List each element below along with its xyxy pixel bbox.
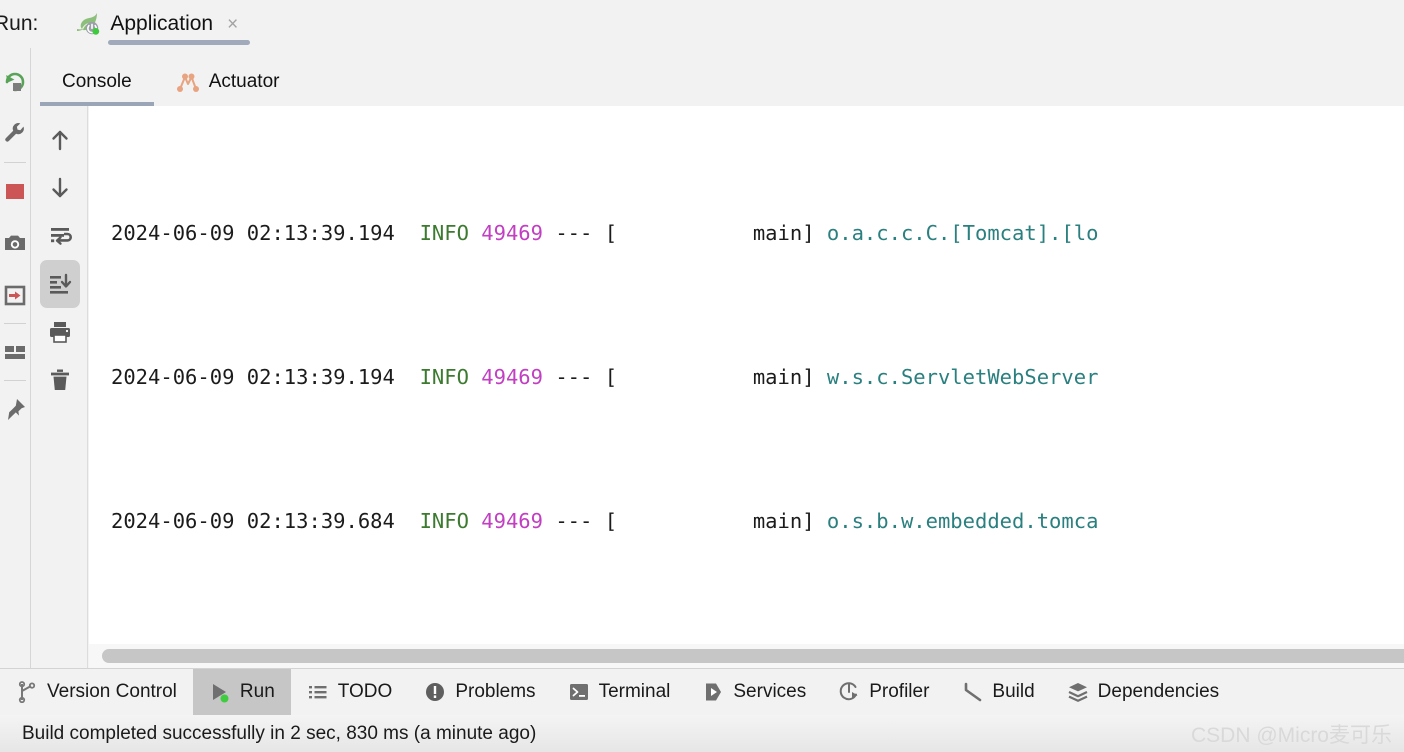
run-tab-underline (108, 40, 251, 45)
tool-window-bar: Version Control Run TODO Problems Termin… (0, 668, 1404, 715)
log-level: INFO (419, 221, 469, 245)
run-configuration-tab[interactable]: Application × (50, 0, 256, 48)
log-thread: [ main] (604, 221, 815, 245)
tool-window-services[interactable]: Services (686, 669, 822, 715)
profiler-icon (838, 681, 860, 703)
todo-list-icon (307, 681, 329, 703)
tool-window-label: TODO (337, 681, 393, 702)
watermark: CSDN @Micro麦可乐 (1191, 724, 1392, 747)
log-time: 2024-06-09 02:13:39.194 (111, 365, 395, 389)
tool-window-label: Dependencies (1097, 681, 1220, 702)
tool-window-label: Terminal (598, 681, 671, 702)
services-icon (702, 681, 724, 703)
log-dashes: --- (555, 509, 593, 533)
run-tab-title: Application (110, 12, 214, 35)
tool-window-label: Profiler (869, 681, 930, 702)
tab-console[interactable]: Console (40, 58, 154, 106)
log-logger: w.s.c.ServletWebServer (826, 365, 1099, 389)
log-pid: 49469 (481, 221, 543, 245)
rerun-icon[interactable] (0, 56, 31, 108)
toolbar-divider-2 (4, 323, 26, 324)
console-panel: Console Actuator 2024-06-09 02:13:39.194… (32, 48, 1404, 668)
log-line-3: 2024-06-09 02:13:39.684 INFO 49469 --- [… (111, 497, 1404, 545)
idea-run-tool-window: Run: Application × Console Actuator 2024… (0, 0, 1404, 752)
tool-window-label: Problems (455, 681, 536, 702)
wrench-icon[interactable] (0, 108, 31, 160)
soft-wrap-icon[interactable] (40, 212, 80, 260)
log-pid: 49469 (481, 509, 543, 533)
run-play-icon (209, 681, 231, 703)
down-arrow-icon[interactable] (40, 164, 80, 212)
log-thread: [ main] (604, 365, 815, 389)
close-icon[interactable]: × (223, 13, 242, 36)
terminal-icon (568, 681, 590, 703)
tool-window-terminal[interactable]: Terminal (552, 669, 687, 715)
build-hammer-icon (961, 681, 983, 703)
log-line-2: 2024-06-09 02:13:39.194 INFO 49469 --- [… (111, 353, 1404, 401)
stop-icon[interactable] (0, 165, 31, 217)
tool-window-dependencies[interactable]: Dependencies (1051, 669, 1235, 715)
log-dashes: --- (555, 365, 593, 389)
pin-icon[interactable] (0, 383, 31, 435)
tool-window-build[interactable]: Build (945, 669, 1050, 715)
layout-icon[interactable] (0, 326, 31, 378)
log-logger: o.s.b.w.embedded.tomca (826, 509, 1099, 533)
tool-window-profiler[interactable]: Profiler (822, 669, 945, 715)
tab-console-label: Console (62, 71, 132, 92)
spring-boot-icon (74, 11, 100, 37)
run-tab-bar: Run: Application × (0, 0, 1404, 48)
log-level: INFO (419, 365, 469, 389)
run-label: Run: (0, 12, 39, 35)
tool-window-version-control[interactable]: Version Control (0, 669, 193, 715)
actuator-icon (176, 71, 200, 93)
toolbar-divider-3 (4, 380, 26, 381)
tab-actuator[interactable]: Actuator (154, 58, 302, 106)
branch-icon (16, 681, 38, 704)
tool-window-problems[interactable]: Problems (408, 669, 551, 715)
tool-window-run[interactable]: Run (192, 669, 291, 715)
tool-window-label: Run (239, 681, 275, 702)
tool-window-todo[interactable]: TODO (291, 669, 409, 715)
tool-window-label: Version Control (47, 681, 177, 702)
trash-icon[interactable] (40, 356, 80, 404)
log-pid: 49469 (481, 365, 543, 389)
console-toolbar (32, 106, 88, 668)
camera-icon[interactable] (0, 217, 31, 269)
log-level: INFO (419, 509, 469, 533)
log-dashes: --- (555, 221, 593, 245)
log-line-1: 2024-06-09 02:13:39.194 INFO 49469 --- [… (111, 209, 1404, 257)
console-output[interactable]: 2024-06-09 02:13:39.194 INFO 49469 --- [… (89, 106, 1404, 668)
up-arrow-icon[interactable] (40, 116, 80, 164)
scroll-to-end-icon[interactable] (39, 260, 80, 308)
console-hscrollbar-thumb[interactable] (102, 649, 1404, 663)
tool-window-label: Build (992, 681, 1035, 702)
toolbar-divider (4, 162, 26, 163)
dependencies-icon (1067, 681, 1089, 703)
log-logger: o.a.c.c.C.[Tomcat].[lo (826, 221, 1099, 245)
log-time: 2024-06-09 02:13:39.684 (111, 509, 395, 533)
status-bar: Build completed successfully in 2 sec, 8… (0, 715, 1404, 752)
build-status-message[interactable]: Build completed successfully in 2 sec, 8… (0, 723, 536, 745)
console-subtab-bar: Console Actuator (40, 58, 301, 106)
export-icon[interactable] (0, 269, 31, 321)
problems-icon (424, 681, 446, 703)
log-thread: [ main] (604, 509, 815, 533)
print-icon[interactable] (40, 308, 80, 356)
tab-actuator-label: Actuator (208, 71, 280, 92)
run-actions-toolbar (0, 48, 31, 668)
tool-window-label: Services (733, 681, 807, 702)
log-time: 2024-06-09 02:13:39.194 (111, 221, 395, 245)
